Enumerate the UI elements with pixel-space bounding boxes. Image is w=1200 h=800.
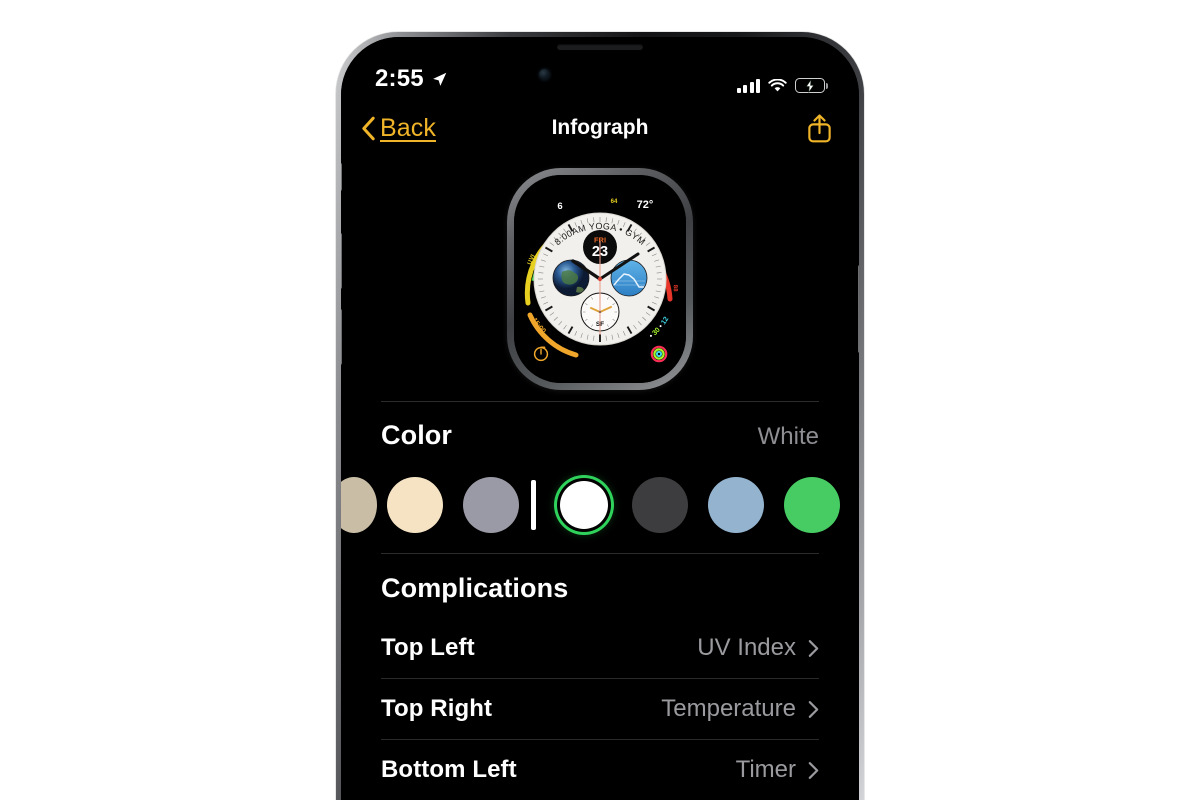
cellular-bars-icon [736, 78, 760, 93]
swatch-dot [341, 477, 377, 533]
color-swatch-light-blue[interactable] [698, 477, 774, 533]
watch-temp-low: 64 [611, 199, 618, 205]
watch-face-preview[interactable]: 6 UVI 72° 64 88 15:00 • 30 • 12 8:00AM Y… [341, 157, 859, 401]
svg-text:88: 88 [672, 285, 678, 293]
color-swatch-tan[interactable] [341, 477, 377, 533]
color-selected-value: White [757, 423, 819, 450]
complication-value: Timer [735, 756, 796, 783]
watch-case: 6 UVI 72° 64 88 15:00 • 30 • 12 8:00AM Y… [507, 168, 693, 390]
front-camera-icon [539, 69, 550, 80]
share-icon [808, 113, 831, 142]
swatch-dot [387, 477, 443, 533]
color-swatch-carousel[interactable] [341, 457, 859, 553]
infograph-watch-face: 6 UVI 72° 64 88 15:00 • 30 • 12 8:00AM Y… [514, 175, 686, 383]
chevron-right-icon [808, 639, 819, 657]
status-bar-right [736, 78, 829, 93]
complication-row-bottom-left[interactable]: Bottom Left Timer [381, 740, 819, 800]
swatch-dot-selected [560, 481, 608, 529]
color-section-title: Color [381, 420, 452, 450]
screenshot-canvas: 2:55 Back Infograph 6 UVI 72° 64 88 15:0… [0, 0, 1200, 800]
side-power-button[interactable] [858, 265, 859, 353]
mute-switch-button[interactable] [341, 163, 342, 191]
color-section-header: Color White [381, 402, 819, 457]
chevron-left-icon [362, 116, 375, 140]
watch-temp-high: 88 [672, 285, 678, 293]
location-arrow-icon [432, 72, 447, 86]
status-time: 2:55 [375, 65, 424, 92]
iphone-device-frame: 2:55 Back Infograph 6 UVI 72° 64 88 15:0… [336, 32, 864, 800]
watch-uv-value: 6 [557, 201, 562, 212]
back-button[interactable]: Back [361, 114, 436, 143]
swatch-dot [708, 477, 764, 533]
globe-icon [552, 259, 590, 297]
stocks-chart-icon [610, 259, 648, 297]
watch-temp-value: 72° [637, 199, 654, 211]
phone-screen: 2:55 Back Infograph 6 UVI 72° 64 88 15:0… [341, 37, 859, 800]
complication-value: Temperature [661, 695, 796, 722]
swatch-dot [463, 477, 519, 533]
color-swatch-gray-lavender[interactable] [453, 477, 529, 533]
complication-label: Top Right [381, 695, 493, 722]
complications-section-title: Complications [381, 573, 569, 603]
complication-label: Top Left [381, 634, 475, 661]
battery-charging-icon [795, 78, 829, 93]
status-bar-left: 2:55 [375, 65, 448, 93]
color-section: Color White [341, 402, 859, 553]
share-button[interactable] [806, 113, 833, 144]
back-button-label: Back [380, 113, 436, 142]
complication-row-top-left[interactable]: Top Left UV Index [381, 618, 819, 678]
watch-display: 6 UVI 72° 64 88 15:00 • 30 • 12 8:00AM Y… [514, 175, 686, 383]
volume-down-button[interactable] [341, 309, 342, 365]
navigation-bar: Back Infograph [341, 99, 859, 157]
volume-up-button[interactable] [341, 233, 342, 289]
complication-label: Bottom Left [381, 756, 517, 783]
chevron-right-icon [808, 761, 819, 779]
phone-bezel: 2:55 Back Infograph 6 UVI 72° 64 88 15:0… [341, 37, 859, 800]
swatch-dot [632, 477, 688, 533]
swatch-group-divider [531, 480, 536, 530]
earpiece-speaker [557, 44, 643, 50]
color-swatch-white[interactable] [546, 481, 622, 529]
color-swatch-green[interactable] [774, 477, 850, 533]
charging-bolt-icon [805, 79, 815, 92]
color-swatch-graphite[interactable] [622, 477, 698, 533]
complication-row-top-right[interactable]: Top Right Temperature [381, 679, 819, 739]
chevron-right-icon [808, 700, 819, 718]
wifi-icon [768, 78, 787, 91]
complications-section: Complications Top Left UV Index Top Righ… [341, 554, 859, 800]
complication-value: UV Index [697, 634, 796, 661]
swatch-dot [784, 477, 840, 533]
color-swatch-cream[interactable] [377, 477, 453, 533]
